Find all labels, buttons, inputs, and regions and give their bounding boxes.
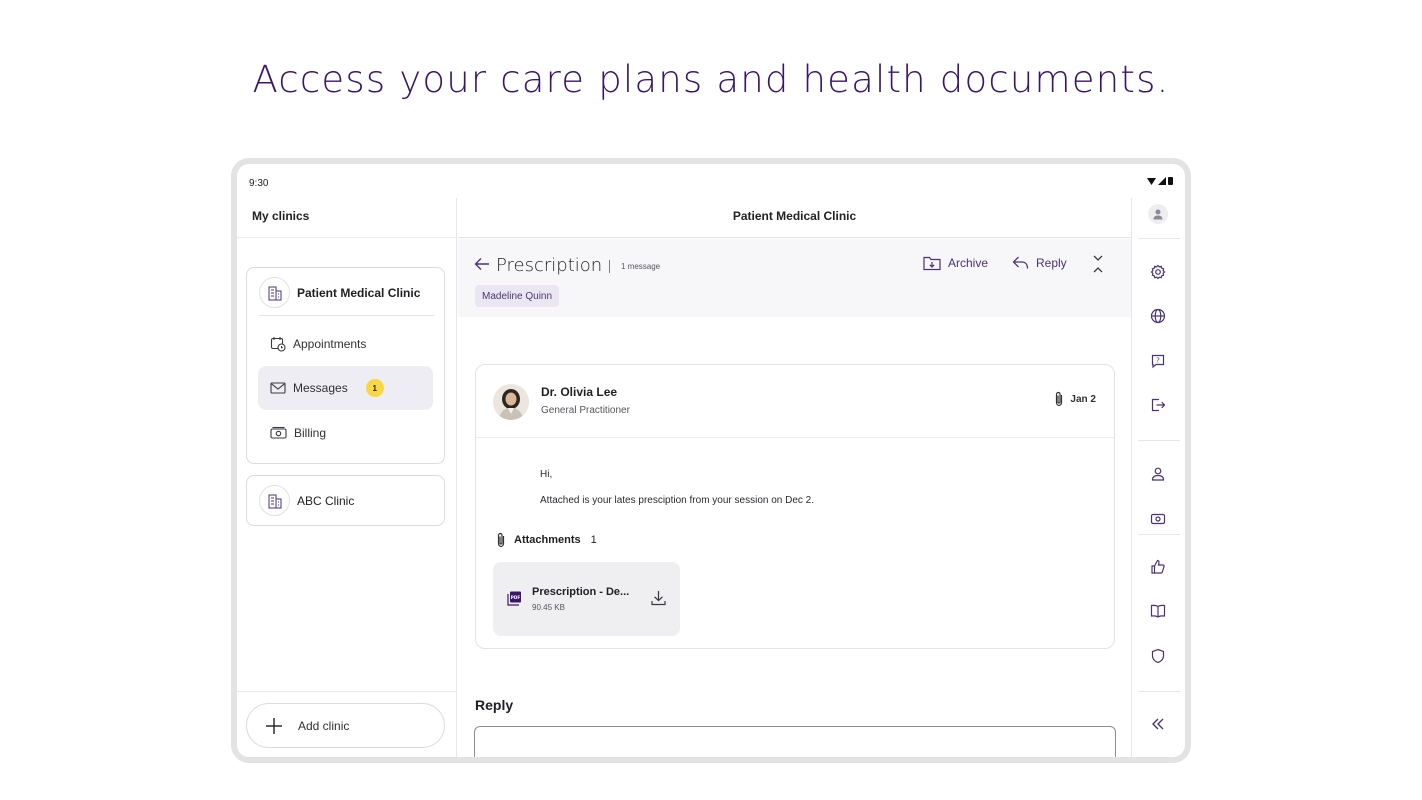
pdf-icon: PDF [507,591,521,606]
paperclip-icon [1056,391,1063,407]
clinic-header: ABC Clinic [259,485,354,516]
plus-icon [266,717,282,734]
status-icons [1147,177,1173,185]
thread-header: Prescription 1 message Madeline Quinn Ar… [458,239,1131,317]
svg-text:?: ? [1156,357,1160,365]
sidebar-item-label: Billing [294,426,327,440]
sidebar-title: My clinics [252,209,310,223]
cash-icon [270,426,287,439]
book-icon[interactable] [1148,601,1168,621]
reply-heading: Reply [475,697,514,713]
shield-icon[interactable] [1148,646,1168,666]
download-icon[interactable] [651,590,666,606]
rail-divider [1138,691,1180,692]
archive-icon [923,256,941,271]
sender-name: Dr. Olivia Lee [541,385,618,399]
participant-tag: Madeline Quinn [475,285,560,307]
sidebar-bottom-divider [237,691,457,692]
profile-avatar-icon[interactable] [1148,204,1168,224]
clinic-card-patient-medical: Patient Medical Clinic Appointments Mess… [246,267,445,464]
message-body-line: Attached is your lates presciption from … [540,495,815,506]
sidebar-item-messages[interactable]: Messages 1 [258,366,433,410]
clinic-title: Patient Medical Clinic [458,198,1131,238]
message-body-line: Hi, [540,469,553,480]
thread-subject: Prescription [496,255,603,276]
sender-avatar [493,384,529,420]
reply-textarea[interactable] [474,726,1116,757]
reply-button[interactable]: Reply [1012,255,1067,270]
message-panel: Patient Medical Clinic Prescription 1 me… [458,198,1131,757]
clinic-header[interactable]: Patient Medical Clinic [259,277,420,308]
archive-button[interactable]: Archive [923,255,988,271]
sidebar-item-label: Messages [293,381,348,395]
svg-text:PDF: PDF [511,595,521,600]
archive-label: Archive [948,256,989,270]
settings-gear-icon[interactable] [1148,262,1168,282]
tablet-frame: 9:30 My clinics Patient Medical Clinic A… [231,158,1191,763]
thumbs-up-icon[interactable] [1148,557,1168,577]
battery-icon [1168,177,1173,185]
add-clinic-button[interactable]: Add clinic [246,703,445,748]
status-bar: 9:30 [237,164,1185,198]
envelope-icon [270,382,286,394]
logout-icon[interactable] [1148,395,1168,415]
building-icon [259,485,290,516]
cell-signal-icon [1158,177,1166,185]
globe-icon[interactable] [1148,306,1168,326]
help-icon[interactable]: ? [1148,351,1168,371]
attachments-label: Attachments [514,534,581,546]
wifi-icon [1147,177,1156,185]
building-icon [259,277,290,308]
rail-divider [1138,534,1180,535]
sidebar-item-billing[interactable]: Billing [258,411,433,455]
attachments-count: 1 [590,534,597,546]
subject-separator [609,260,610,273]
reply-icon [1012,256,1029,269]
collapse-icon[interactable] [1091,254,1105,274]
attachments-heading: Attachments 1 [496,532,597,548]
unread-badge: 1 [365,379,384,397]
back-arrow-icon[interactable] [474,257,490,271]
sidebar-item-appointments[interactable]: Appointments [258,322,433,366]
message-count: 1 message [621,262,661,271]
collapse-rail-icon[interactable] [1148,714,1168,734]
user-profile-icon[interactable] [1148,464,1168,484]
payment-icon[interactable] [1148,509,1168,529]
clinic-name: ABC Clinic [297,493,355,508]
calendar-clock-icon [270,337,286,352]
clinic-name: Patient Medical Clinic [297,285,421,300]
reply-label: Reply [1036,255,1067,270]
file-size: 90.45 KB [532,603,565,612]
message-date: Jan 2 [1070,393,1096,405]
sidebar-item-label: Appointments [293,337,367,351]
file-name: Prescription - De... [532,586,630,598]
paperclip-icon [497,532,505,548]
clinics-sidebar: My clinics Patient Medical Clinic Appoin… [237,198,457,757]
message-card: Dr. Olivia Lee General Practitioner Jan … [475,364,1115,649]
card-divider [259,315,434,316]
clinic-card-abc[interactable]: ABC Clinic [246,475,445,526]
add-clinic-label: Add clinic [298,718,350,733]
rail-divider [1138,440,1180,441]
rail-divider [1138,238,1180,239]
status-time: 9:30 [249,178,269,189]
message-meta: Jan 2 [1054,391,1096,407]
card-divider [476,437,1114,438]
page-headline: Access your care plans and health docume… [252,58,1170,101]
sidebar-divider [237,237,457,238]
right-rail: ? [1131,198,1185,757]
attachment-file[interactable]: PDF Prescription - De... 90.45 KB [493,562,680,636]
sender-role: General Practitioner [541,405,630,416]
